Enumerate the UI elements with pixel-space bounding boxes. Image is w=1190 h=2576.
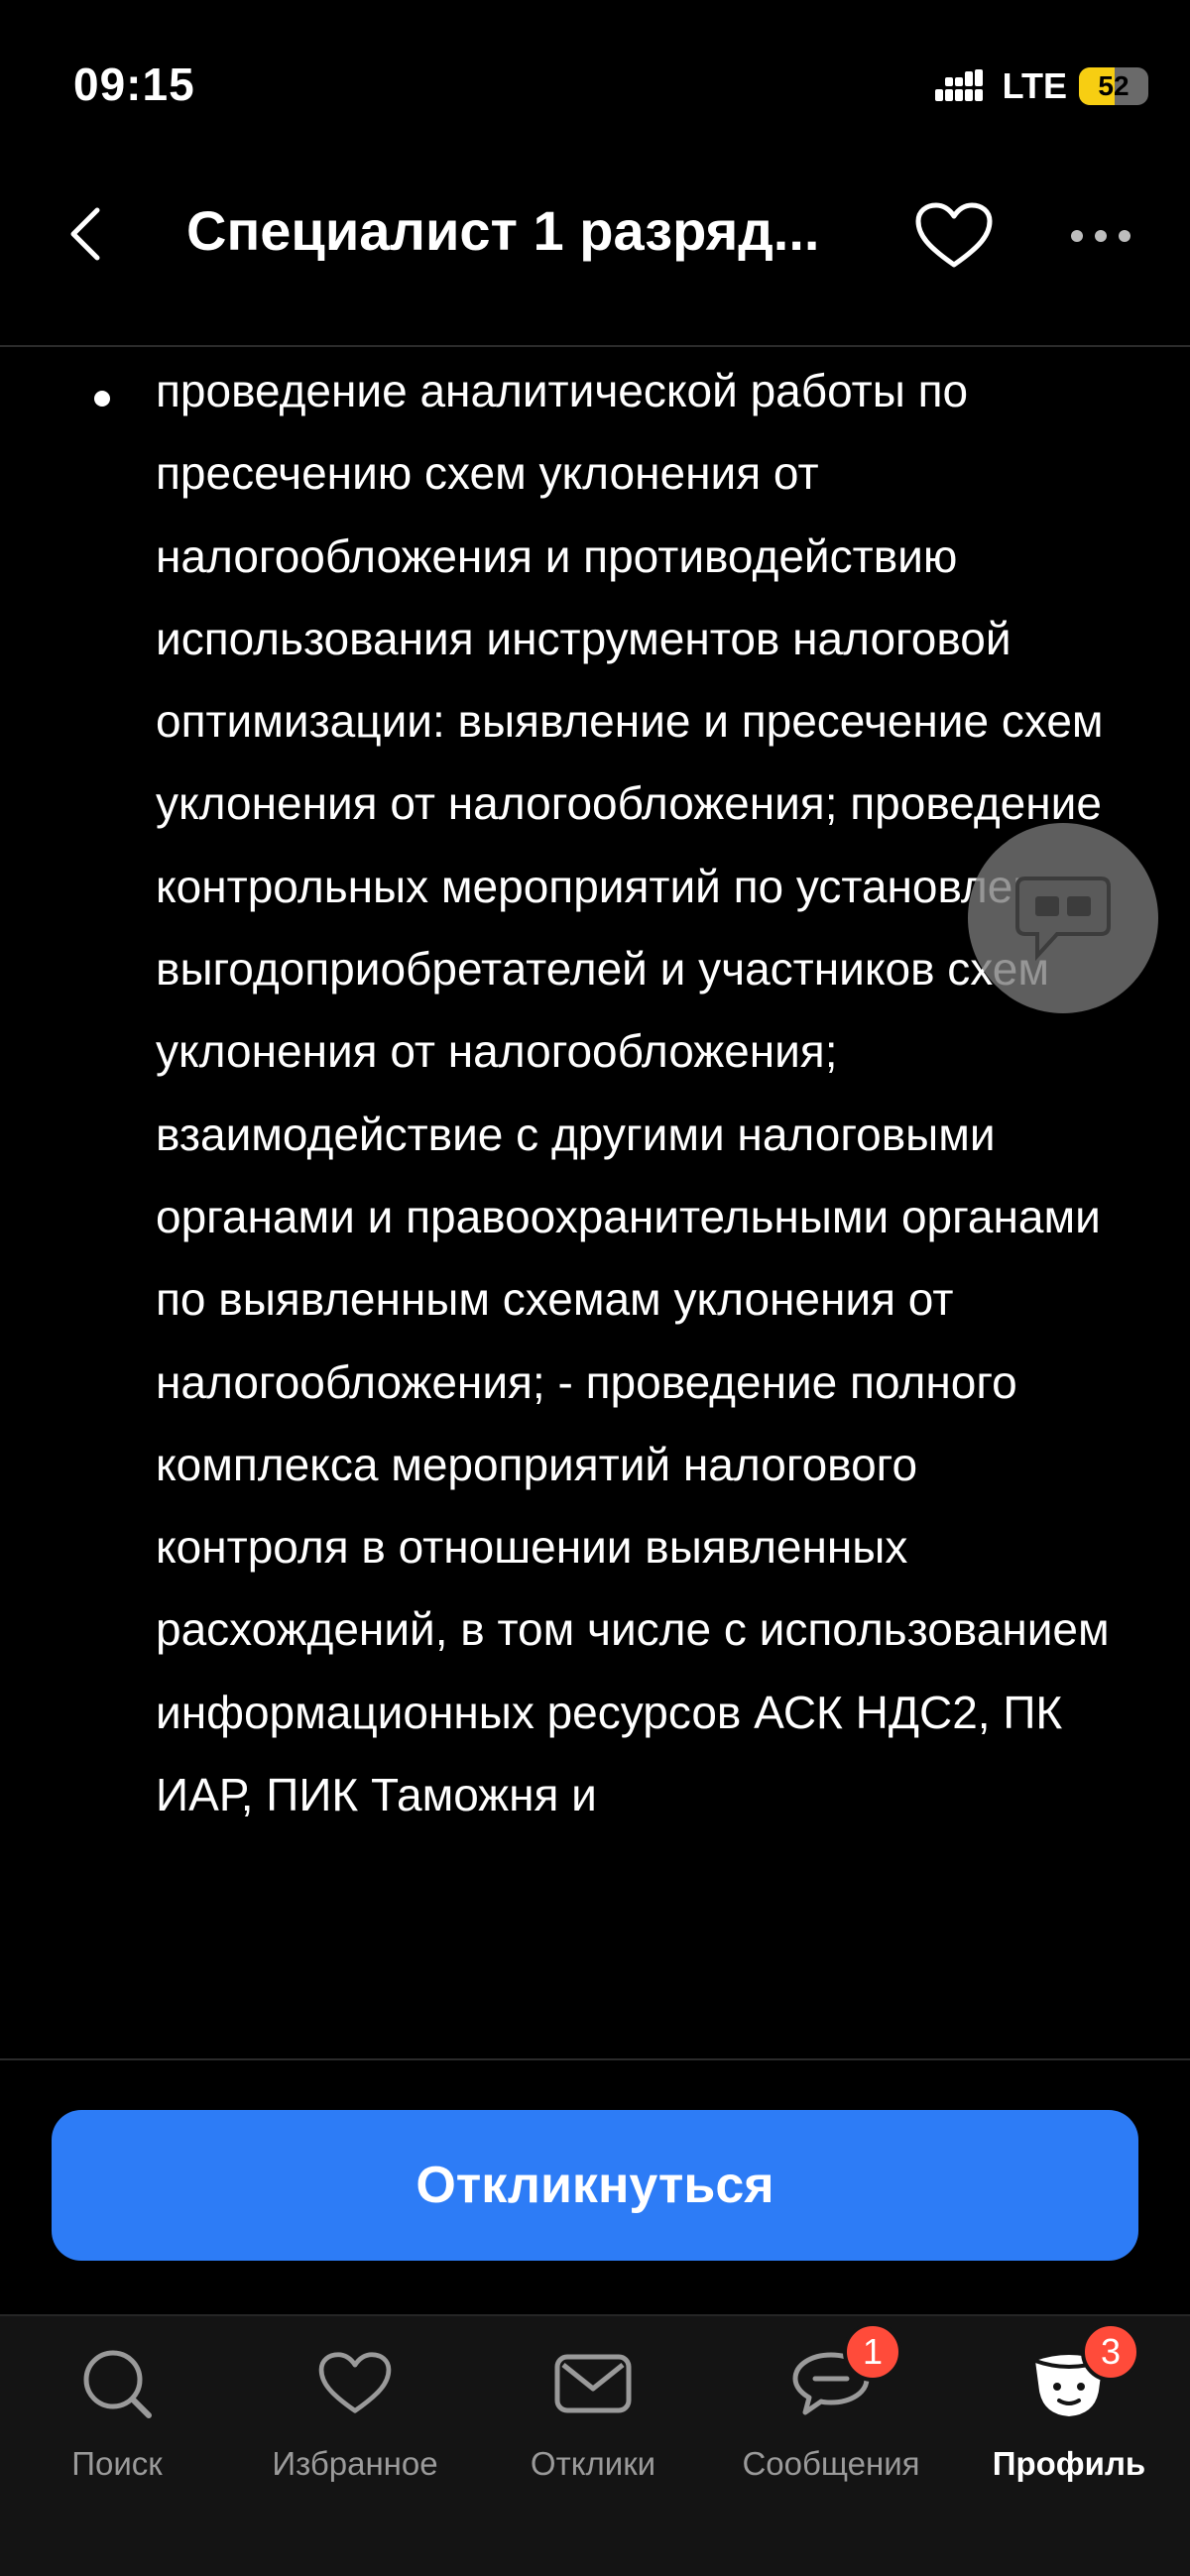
battery-level: 52: [1098, 70, 1130, 101]
tab-label: Поиск: [71, 2445, 163, 2482]
tab-responses[interactable]: Отклики: [484, 2344, 702, 2513]
apply-button[interactable]: Откликнуться: [52, 2110, 1138, 2261]
tab-label: Отклики: [530, 2445, 656, 2482]
profile-mascot-icon: 3: [1029, 2322, 1140, 2423]
bullet-list: проведение аналитической работы по пресе…: [94, 349, 1116, 1836]
tab-messages[interactable]: 1 Сообщения: [722, 2322, 940, 2513]
bullet-text: проведение аналитической работы по пресе…: [156, 365, 1110, 1821]
status-bar: 09:15 LTE 52: [0, 0, 1190, 169]
screen: 09:15 LTE 52 Специалист 1 разряд... пров…: [0, 0, 1190, 2576]
vacancy-description: проведение аналитической работы по пресе…: [0, 349, 1190, 2058]
chevron-left-icon: [70, 207, 100, 261]
heart-icon: [915, 202, 993, 268]
bullet-dot: [94, 349, 156, 1836]
network-label: LTE: [1002, 65, 1067, 106]
page-title: Специалист 1 разряд...: [186, 199, 820, 262]
more-horizontal-icon: [1071, 230, 1130, 242]
tab-search[interactable]: Поиск: [8, 2344, 226, 2513]
nav-header: Специалист 1 разряд...: [0, 169, 1190, 347]
tab-profile[interactable]: 3 Профиль: [960, 2322, 1178, 2513]
status-time: 09:15: [73, 59, 195, 110]
tab-favorites[interactable]: Избранное: [246, 2344, 464, 2513]
heart-icon: [315, 2344, 395, 2423]
favorite-button[interactable]: [912, 194, 996, 278]
messages-badge: 1: [843, 2322, 902, 2382]
apply-area: Откликнуться: [0, 2058, 1190, 2312]
tab-label: Сообщения: [742, 2445, 920, 2482]
list-item: проведение аналитической работы по пресе…: [94, 349, 1116, 1836]
tab-bar: Поиск Избранное Отклики 1 Сообщения 3 Пр…: [0, 2314, 1190, 2576]
search-icon: [77, 2344, 157, 2423]
chat-bubble-icon: [1015, 877, 1111, 962]
envelope-icon: [553, 2344, 633, 2423]
status-indicators: LTE 52: [934, 65, 1148, 107]
chat-fab-button[interactable]: [968, 823, 1158, 1013]
battery-icon: 52: [1079, 67, 1148, 105]
tab-label: Профиль: [992, 2445, 1146, 2482]
tab-label: Избранное: [272, 2445, 438, 2482]
profile-badge: 3: [1081, 2322, 1140, 2382]
message-icon: 1: [791, 2322, 902, 2423]
more-button[interactable]: [1063, 194, 1138, 278]
signal-icon: [934, 69, 983, 101]
back-button[interactable]: [56, 194, 115, 274]
